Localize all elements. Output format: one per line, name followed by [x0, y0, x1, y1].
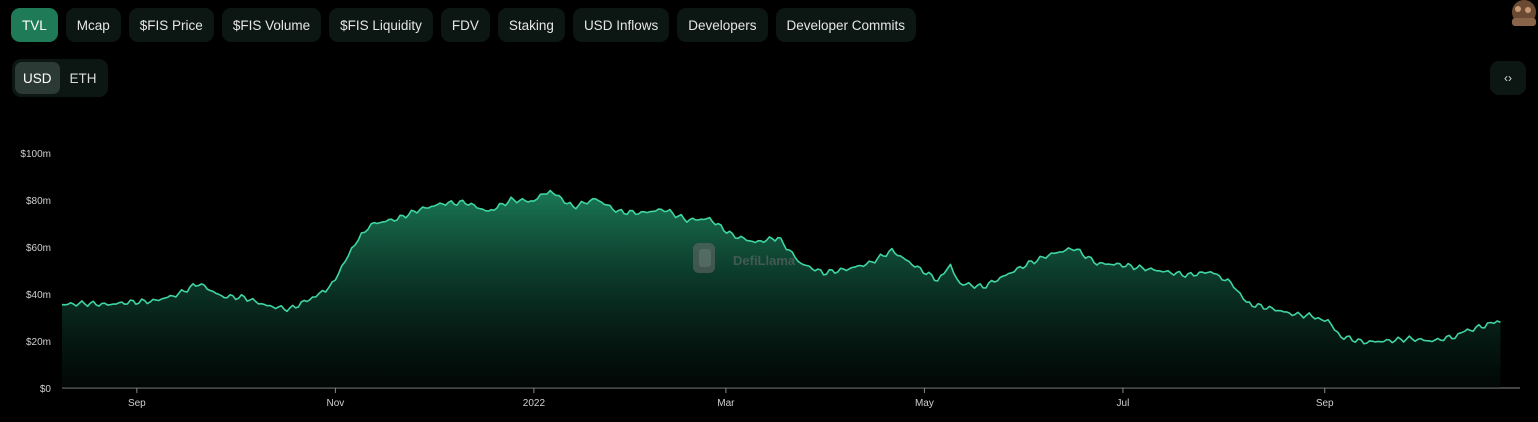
tvl-area — [62, 190, 1501, 388]
y-axis: $0 $20m $40m $60m $80m $100m — [20, 149, 51, 395]
llama-logo-icon — [693, 243, 715, 273]
x-tick-label: Sep — [1316, 398, 1334, 409]
x-tick-label: May — [915, 398, 934, 409]
y-tick-label: $60m — [26, 243, 51, 254]
x-tick-label: Nov — [326, 398, 344, 409]
x-tick-label: Sep — [128, 398, 146, 409]
y-tick-label: $20m — [26, 337, 51, 348]
y-tick-label: $80m — [26, 196, 51, 207]
y-tick-label: $40m — [26, 290, 51, 301]
y-tick-label: $0 — [40, 384, 52, 395]
x-tick-label: Mar — [717, 398, 735, 409]
y-tick-label: $100m — [20, 149, 51, 160]
watermark-text: DefiLlama — [733, 253, 796, 268]
x-axis: Sep Nov 2022 Mar May Jul Sep — [62, 387, 1520, 409]
x-tick-label: 2022 — [523, 398, 546, 409]
tvl-chart: $0 $20m $40m $60m $80m $100m Sep Nov 2022 Mar May… — [20, 149, 1520, 409]
x-tick-label: Jul — [1117, 398, 1130, 409]
